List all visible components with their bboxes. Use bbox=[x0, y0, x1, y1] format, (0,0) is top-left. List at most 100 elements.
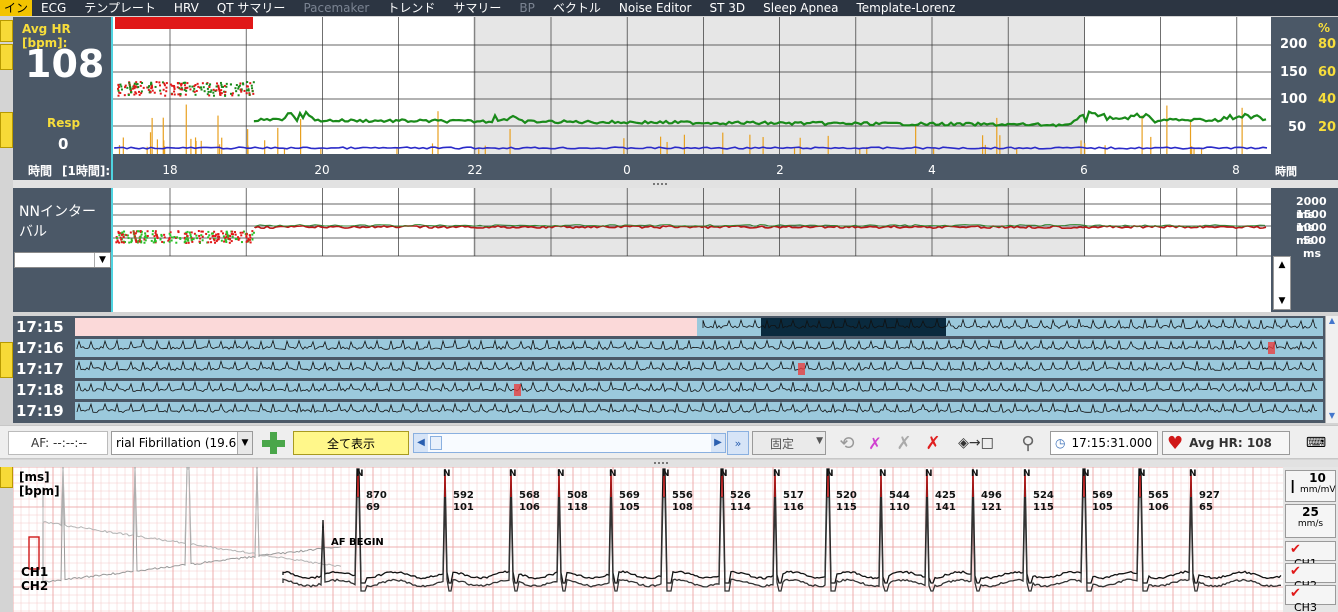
nn-title: NNインターバル bbox=[19, 204, 96, 240]
hr-scatter-point bbox=[140, 90, 143, 93]
hr-scatter-point bbox=[165, 86, 168, 89]
fast-forward-button[interactable]: » bbox=[727, 431, 749, 455]
side-tab-3[interactable] bbox=[0, 112, 13, 148]
hr-scatter-point bbox=[177, 93, 180, 96]
nn-scatter-point bbox=[207, 241, 210, 244]
hr-scatter-point bbox=[170, 93, 173, 96]
side-tab-1[interactable] bbox=[0, 20, 13, 42]
chevron-down-icon[interactable]: ▼ bbox=[237, 432, 252, 454]
scroll-thumb[interactable] bbox=[430, 436, 442, 450]
mode-select[interactable]: 固定 ▼ bbox=[752, 431, 826, 455]
menu-item[interactable]: イン bbox=[0, 0, 33, 16]
add-event-button[interactable] bbox=[258, 431, 288, 455]
nn-scatter-point bbox=[207, 236, 210, 239]
gain-button[interactable]: I 10 mm/mV bbox=[1285, 470, 1336, 502]
check-icon: ✔ bbox=[1290, 542, 1301, 557]
panel-splitter[interactable] bbox=[13, 180, 1338, 188]
strip-scrollbar[interactable]: ▲ ▼ bbox=[1325, 316, 1338, 423]
beat-label: N bbox=[826, 469, 834, 479]
zoom-button[interactable]: ⚲ bbox=[1012, 431, 1044, 455]
nn-scatter-point bbox=[230, 233, 233, 236]
hr-scatter-point bbox=[173, 86, 176, 89]
rr-bpm-label: 116 bbox=[783, 502, 804, 513]
hr-scatter-point bbox=[120, 88, 123, 91]
rr-bpm-label: 106 bbox=[519, 502, 540, 513]
hr-scatter-point bbox=[235, 90, 238, 93]
nn-scatter-point bbox=[186, 235, 189, 238]
delete-gray-button[interactable]: ✗ bbox=[891, 431, 917, 455]
splitter-grip[interactable] bbox=[653, 183, 667, 185]
rr-ms-label: 592 bbox=[453, 490, 474, 501]
channel-toggle-ch2[interactable]: ✔ CH2 bbox=[1285, 563, 1336, 592]
delete-multi-button[interactable]: ✗ bbox=[862, 431, 888, 455]
nn-scatter-point bbox=[234, 238, 237, 241]
hr-scatter-point bbox=[181, 88, 184, 91]
panel-splitter-lower[interactable] bbox=[0, 460, 1338, 467]
menu-item[interactable]: Noise Editor bbox=[610, 0, 701, 16]
menu-item[interactable]: サマリー bbox=[444, 0, 510, 16]
nn-scatter-point bbox=[146, 234, 149, 237]
keyboard-button[interactable]: ⌨ bbox=[1298, 431, 1334, 455]
menu-item[interactable]: BP bbox=[510, 0, 543, 16]
hr-scatter-point bbox=[225, 82, 228, 85]
export-icon: ◈→□ bbox=[958, 435, 994, 451]
hr-scatter-point bbox=[237, 94, 240, 97]
trend-chart[interactable]: 18 20 22 0 2 4 6 8 bbox=[111, 17, 1314, 180]
chevron-down-icon[interactable]: ▼ bbox=[94, 253, 110, 267]
scroll-up-icon[interactable]: ▲ bbox=[1326, 316, 1338, 328]
hr-scatter-point bbox=[235, 84, 238, 87]
side-tab-2[interactable] bbox=[0, 44, 13, 70]
nn-scatter-point bbox=[211, 232, 214, 235]
beat-label: N bbox=[1138, 469, 1146, 479]
nn-scrollbar[interactable]: ▲ ▼ bbox=[1273, 256, 1291, 310]
rr-ms-label: 556 bbox=[672, 490, 693, 501]
splitter-grip[interactable] bbox=[654, 462, 668, 464]
menu-item[interactable]: Sleep Apnea bbox=[754, 0, 847, 16]
scroll-down-icon[interactable]: ▼ bbox=[1274, 293, 1290, 309]
nn-scatter-point bbox=[199, 237, 202, 240]
scroll-right-icon[interactable]: ▶ bbox=[711, 434, 725, 452]
side-tab-5[interactable] bbox=[0, 466, 13, 488]
menu-item[interactable]: HRV bbox=[165, 0, 208, 16]
avg-hr-text: Avg HR: 108 bbox=[1189, 436, 1272, 450]
rr-bpm-label: 114 bbox=[730, 502, 751, 513]
scroll-up-icon[interactable]: ▲ bbox=[1274, 257, 1290, 273]
channel-toggle-ch3[interactable]: ✔ CH3 bbox=[1285, 585, 1336, 612]
nn-scatter-point bbox=[216, 238, 219, 241]
ecg-strip-overview[interactable]: 17:15 17:16 17:17 17:18 17:19 bbox=[13, 316, 1325, 423]
nn-scatter-point bbox=[154, 230, 157, 233]
event-select[interactable]: rial Fibrillation (19.60 % bbox=[111, 431, 253, 455]
nn-scatter-point bbox=[185, 232, 188, 235]
menu-item[interactable]: トレンド bbox=[378, 0, 444, 16]
export-button[interactable]: ◈→□ bbox=[950, 431, 1002, 455]
show-all-button[interactable]: 全て表示 bbox=[293, 431, 409, 455]
menu-item[interactable]: ベクトル bbox=[544, 0, 610, 16]
menu-item[interactable]: Pacemaker bbox=[294, 0, 378, 16]
hr-scatter-point bbox=[220, 85, 223, 88]
menu-item[interactable]: ECG bbox=[32, 0, 75, 16]
rr-ms-label: 526 bbox=[730, 490, 751, 501]
delete-red-button[interactable]: ✗ bbox=[920, 431, 946, 455]
speed-button[interactable]: 25 mm/s bbox=[1285, 504, 1336, 538]
nn-scatter-point bbox=[160, 233, 163, 236]
menu-item[interactable]: テンプレート bbox=[75, 0, 165, 16]
ecg-detail-view[interactable]: N 870 69 N 592 101 N 568 106 N 508 118 N 569 105 N 556 10… bbox=[13, 467, 1283, 612]
beat-label: N bbox=[557, 469, 565, 479]
scroll-left-icon[interactable]: ◀ bbox=[414, 434, 428, 452]
hr-scatter-point bbox=[123, 94, 126, 97]
scroll-down-icon[interactable]: ▼ bbox=[1326, 411, 1338, 423]
refresh-button[interactable]: ⟲ bbox=[834, 431, 860, 455]
rr-ms-label: 520 bbox=[836, 490, 857, 501]
ecg-trace-gray bbox=[42, 467, 342, 584]
nn-interval-chart[interactable] bbox=[111, 188, 1314, 312]
nn-scatter-point bbox=[161, 240, 164, 243]
menu-item[interactable]: Template-Lorenz bbox=[847, 0, 964, 16]
hr-scatter-point bbox=[149, 91, 152, 94]
timeline-scrollbar[interactable]: ◀ ▶ bbox=[413, 433, 726, 453]
nn-scatter-point bbox=[223, 240, 226, 243]
menu-item[interactable]: QT サマリー bbox=[208, 0, 295, 16]
channel-toggle-ch1[interactable]: ✔ CH1 bbox=[1285, 541, 1336, 570]
side-tab-4[interactable] bbox=[0, 342, 13, 378]
menu-item[interactable]: ST 3D bbox=[701, 0, 755, 16]
nn-select[interactable]: ▼ bbox=[14, 252, 111, 268]
